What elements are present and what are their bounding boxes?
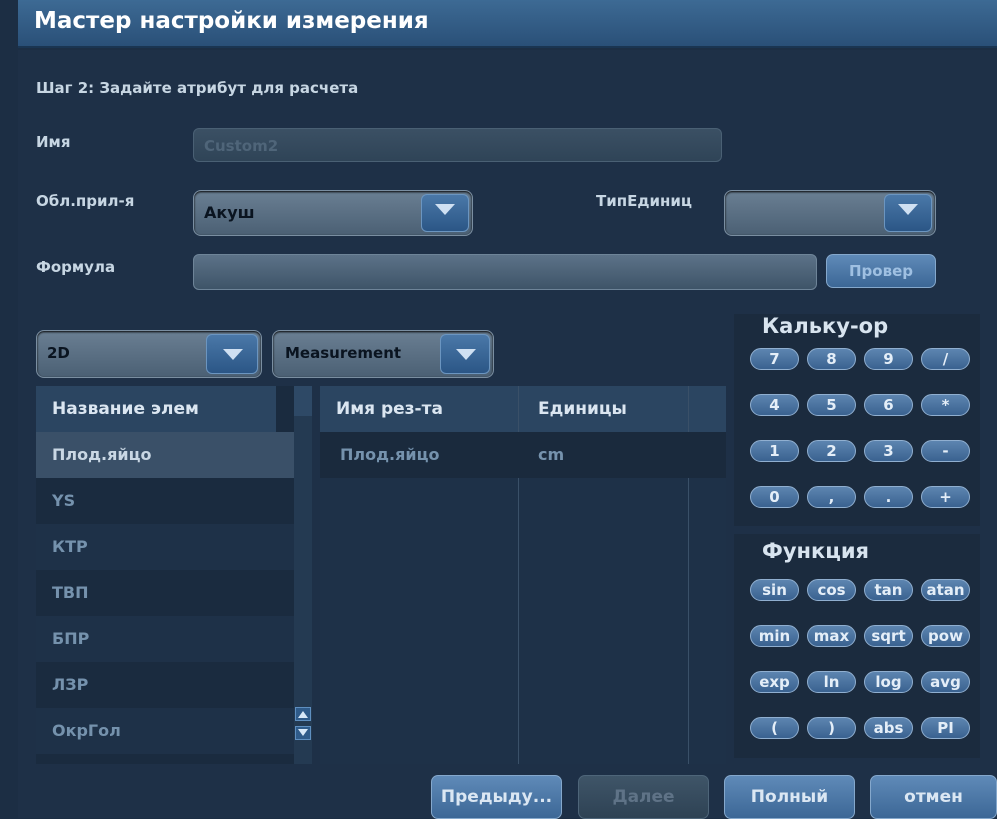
key-button[interactable]: 0 xyxy=(750,486,799,508)
calculator-panel: Кальку-ор 7 8 9 / 4 5 6 * 1 2 3- 0,. + xyxy=(734,314,980,526)
app-area-value: Акуш xyxy=(204,203,255,222)
type-dropdown-button[interactable] xyxy=(440,334,490,374)
key-button[interactable]: abs xyxy=(864,717,913,739)
dialog-title: Мастер настройки измерения xyxy=(34,8,429,34)
app-area-label: Обл.прил-я xyxy=(36,192,135,210)
app-area-select[interactable]: Акуш xyxy=(193,190,473,236)
formula-label: Формула xyxy=(36,258,116,276)
mode-select[interactable]: 2D xyxy=(36,330,262,378)
results-table-header: Имя рез-та Единицы xyxy=(320,386,726,432)
key-button[interactable]: , xyxy=(807,486,856,508)
list-item[interactable]: ОкрГол xyxy=(36,708,294,754)
arrow-down-icon xyxy=(298,729,308,736)
chevron-down-icon xyxy=(898,204,918,215)
key-button[interactable]: 4 xyxy=(750,394,799,416)
list-item[interactable]: ТВП xyxy=(36,570,294,616)
column-header-result-name: Имя рез-та xyxy=(336,399,443,419)
name-input[interactable]: Custom2 xyxy=(193,128,722,162)
key-button[interactable]: 1 xyxy=(750,440,799,462)
functions-panel: Функция sin cos tan atan min max sqrt pow exp ln l… xyxy=(734,534,980,758)
column-header-units: Единицы xyxy=(538,399,627,419)
list-item[interactable]: ЛЗР xyxy=(36,662,294,708)
key-button[interactable]: 9 xyxy=(864,348,913,370)
cell-result-name: Плод.яйцо xyxy=(340,445,440,464)
key-button[interactable]: cos xyxy=(807,579,856,601)
scroll-up-button[interactable] xyxy=(295,707,311,721)
key-button[interactable]: sin xyxy=(750,579,799,601)
unit-type-select[interactable] xyxy=(724,190,936,236)
key-button[interactable]: ln xyxy=(807,671,856,693)
key-button[interactable]: + xyxy=(921,486,970,508)
type-select-value: Measurement xyxy=(285,344,402,362)
key-button[interactable]: ( xyxy=(750,717,799,739)
key-button[interactable]: - xyxy=(921,440,970,462)
calculator-title: Кальку-ор xyxy=(762,314,889,338)
chevron-down-icon xyxy=(223,349,243,360)
name-input-placeholder: Custom2 xyxy=(204,137,279,155)
type-select[interactable]: Measurement xyxy=(272,330,494,378)
done-button[interactable]: Полный xyxy=(724,775,855,819)
list-item[interactable]: БПР xyxy=(36,616,294,662)
list-item[interactable]: YS xyxy=(36,478,294,524)
key-button[interactable]: pow xyxy=(921,625,970,647)
functions-title: Функция xyxy=(762,539,870,563)
list-item[interactable]: Плод.яйцо xyxy=(36,432,294,478)
formula-input[interactable] xyxy=(193,254,817,290)
name-label: Имя xyxy=(36,133,71,151)
next-button[interactable]: Далее xyxy=(578,775,709,819)
arrow-up-icon xyxy=(298,711,308,718)
key-button[interactable]: min xyxy=(750,625,799,647)
cancel-button[interactable]: отмен xyxy=(870,775,997,819)
key-button[interactable]: 8 xyxy=(807,348,856,370)
chevron-down-icon xyxy=(435,204,455,215)
step-label: Шаг 2: Задайте атрибут для расчета xyxy=(36,79,359,97)
key-button[interactable]: 5 xyxy=(807,394,856,416)
key-button[interactable]: PI xyxy=(921,717,970,739)
list-item[interactable]: КТР xyxy=(36,524,294,570)
key-button[interactable]: 3 xyxy=(864,440,913,462)
key-button[interactable]: 6 xyxy=(864,394,913,416)
key-button[interactable]: / xyxy=(921,348,970,370)
key-button[interactable]: . xyxy=(864,486,913,508)
key-button[interactable]: ) xyxy=(807,717,856,739)
items-list-header: Название элем xyxy=(36,386,276,432)
items-list-scrollbar[interactable] xyxy=(294,386,312,764)
key-button[interactable]: max xyxy=(807,625,856,647)
unit-type-dropdown-button[interactable] xyxy=(884,194,932,232)
check-button[interactable]: Провер xyxy=(826,254,936,288)
unit-type-label: ТипЕдиниц xyxy=(596,192,692,210)
table-row[interactable]: Плод.яйцо cm xyxy=(320,432,726,478)
items-list: Плод.яйцо YS КТР ТВП БПР ЛЗР ОкрГол xyxy=(36,432,294,764)
key-button[interactable]: sqrt xyxy=(864,625,913,647)
chevron-down-icon xyxy=(456,349,476,360)
app-area-dropdown-button[interactable] xyxy=(421,194,469,232)
key-button[interactable]: 2 xyxy=(807,440,856,462)
key-button[interactable]: tan xyxy=(864,579,913,601)
key-button[interactable]: avg xyxy=(921,671,970,693)
previous-button[interactable]: Предыду... xyxy=(431,775,562,819)
scrollbar-thumb[interactable] xyxy=(294,386,312,416)
items-list-panel: Название элем Плод.яйцо YS КТР ТВП БПР ЛЗР Окр… xyxy=(36,386,312,764)
mode-select-value: 2D xyxy=(47,344,70,362)
key-button[interactable]: log xyxy=(864,671,913,693)
key-button[interactable]: exp xyxy=(750,671,799,693)
key-button[interactable]: 7 xyxy=(750,348,799,370)
items-list-header-label: Название элем xyxy=(52,399,199,419)
results-table: Имя рез-та Единицы Плод.яйцо cm xyxy=(320,386,726,764)
scroll-down-button[interactable] xyxy=(295,726,311,740)
key-button[interactable]: * xyxy=(921,394,970,416)
mode-dropdown-button[interactable] xyxy=(206,334,258,374)
cell-units: cm xyxy=(538,445,565,464)
key-button[interactable]: atan xyxy=(921,579,970,601)
